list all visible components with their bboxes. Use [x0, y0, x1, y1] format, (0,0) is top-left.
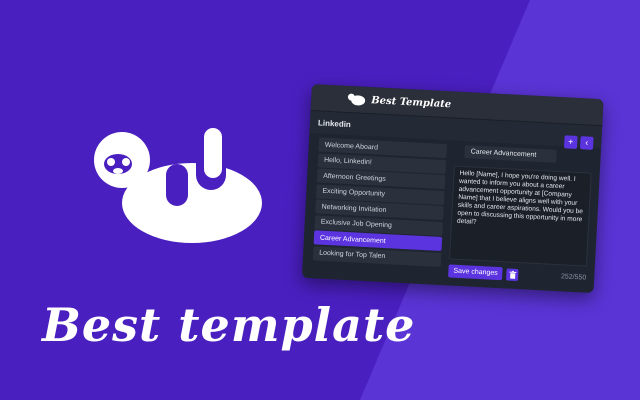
window-body: Welcome Aboard Hello, Linkedin! Afternoo…	[302, 133, 601, 285]
chevron-left-icon: ‹	[585, 136, 589, 148]
trash-icon	[509, 270, 517, 279]
save-button[interactable]: Save changes	[448, 264, 504, 281]
plus-icon: +	[567, 135, 574, 147]
editor-footer: Save changes 252/550	[448, 264, 586, 284]
otter-logo-icon	[94, 128, 262, 243]
app-window: Best Template Linkedin + ‹ Welcome Aboar…	[301, 84, 604, 294]
section-title: Linkedin	[317, 117, 352, 129]
char-count: 252/550	[560, 273, 587, 282]
window-title: Best Template	[370, 94, 452, 110]
delete-button[interactable]	[506, 267, 519, 281]
template-body-textarea[interactable]: Hello [Name], I hope you're doing well. …	[449, 165, 592, 267]
otter-logo-icon	[347, 93, 366, 106]
template-editor: Career Advancement Hello [Name], I hope …	[440, 140, 601, 285]
template-list: Welcome Aboard Hello, Linkedin! Afternoo…	[302, 133, 448, 277]
hero-title: Best template	[42, 298, 416, 352]
template-name-field[interactable]: Career Advancement	[464, 145, 557, 163]
